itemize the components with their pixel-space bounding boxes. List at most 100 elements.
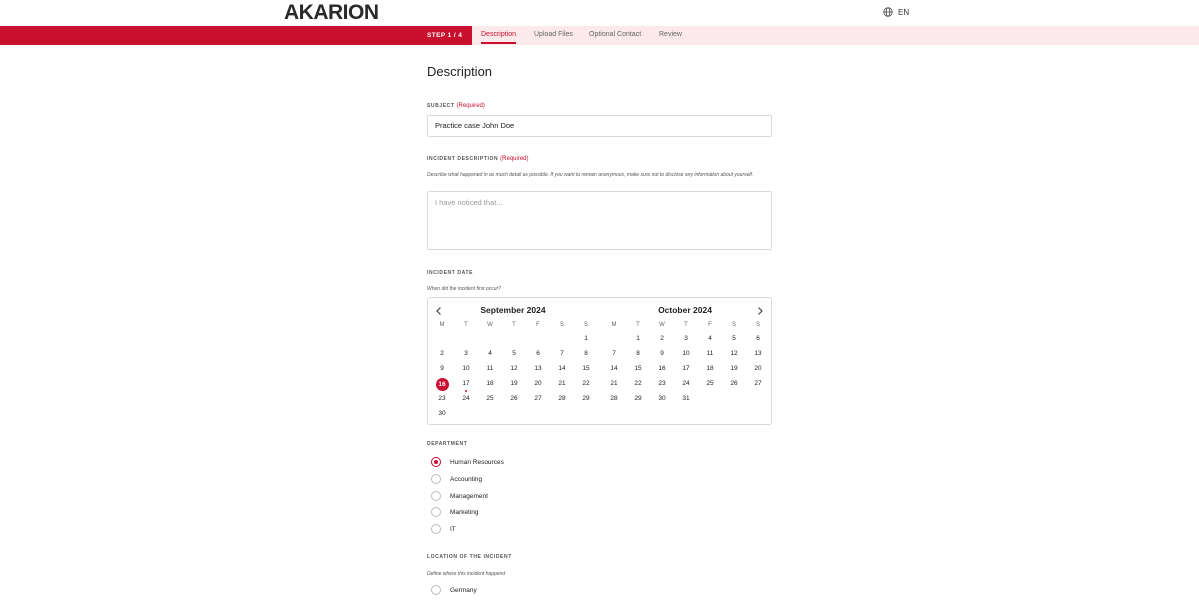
calendar-day[interactable]: 1 [630,333,646,345]
calendar-day[interactable]: 4 [702,333,718,345]
calendar-day[interactable]: 2 [434,348,450,360]
calendar-day[interactable]: 11 [702,348,718,360]
department-option[interactable]: Human Resources [431,457,504,467]
incident-date-hint: When did the incident first occur? [427,286,501,292]
calendar-day[interactable]: 27 [750,378,766,390]
calendar-day[interactable]: 12 [726,348,742,360]
calendar-day[interactable]: 28 [554,393,570,405]
weekday-header: T [636,322,640,328]
department-option-label: Management [450,492,488,500]
weekday-header: W [487,322,493,328]
calendar-day[interactable]: 8 [578,348,594,360]
calendar-day[interactable]: 7 [554,348,570,360]
weekday-header: M [611,322,617,328]
calendar-day[interactable]: 7 [606,348,622,360]
tab-review[interactable]: Review [659,31,682,38]
radio-button[interactable] [431,474,441,484]
calendar-day[interactable]: 9 [434,363,450,375]
calendar-day[interactable]: 4 [482,348,498,360]
top-header: AKARION EN [0,0,1199,26]
language-selector[interactable]: EN [883,7,909,17]
calendar-day[interactable]: 3 [458,348,474,360]
calendar-day[interactable]: 12 [506,363,522,375]
calendar-day[interactable]: 10 [678,348,694,360]
incident-description-textarea[interactable]: I have noticed that... [427,191,772,250]
department-option-label: IT [450,525,456,533]
akarion-logo[interactable]: AKARION [284,2,379,23]
radio-button[interactable] [431,585,441,595]
calendar-day[interactable]: 13 [530,363,546,375]
language-label: EN [898,7,910,17]
today-marker [465,390,467,392]
tab-optional-contact[interactable]: Optional Contact [589,31,641,38]
calendar-day[interactable]: 27 [530,393,546,405]
calendar-day[interactable]: 24 [458,393,474,405]
calendar-day-selected[interactable]: 16 [435,377,449,391]
calendar-day[interactable]: 18 [702,363,718,375]
calendar-day[interactable]: 16 [654,363,670,375]
calendar-day[interactable]: 20 [530,378,546,390]
calendar-day[interactable]: 21 [606,378,622,390]
calendar-day[interactable]: 18 [482,378,498,390]
calendar-day[interactable]: 26 [726,378,742,390]
calendar-day[interactable]: 21 [554,378,570,390]
subject-label: SUBJECT (Required) [427,103,485,109]
calendar-day[interactable]: 28 [606,393,622,405]
radio-button[interactable] [431,491,441,501]
month-title: October 2024 [658,305,712,315]
calendar-day[interactable]: 19 [506,378,522,390]
calendar-day[interactable]: 23 [654,378,670,390]
calendar-day[interactable]: 17 [678,363,694,375]
calendar-day[interactable]: 19 [726,363,742,375]
department-option-label: Human Resources [450,458,504,466]
calendar-day[interactable]: 24 [678,378,694,390]
subject-input[interactable]: Practice case John Doe [427,115,772,137]
calendar-day[interactable]: 14 [606,363,622,375]
calendar-day[interactable]: 25 [702,378,718,390]
calendar-day[interactable]: 8 [630,348,646,360]
location-option[interactable]: Germany [431,585,477,595]
department-option-label: Accounting [450,475,483,483]
calendar-day[interactable]: 29 [578,393,594,405]
tab-upload-files[interactable]: Upload Files [534,31,573,38]
calendar-day[interactable]: 10 [458,363,474,375]
calendar-day[interactable]: 14 [554,363,570,375]
calendar-day[interactable]: 2 [654,333,670,345]
calendar-day[interactable]: 6 [750,333,766,345]
department-option[interactable]: IT [431,524,456,534]
calendar-day[interactable]: 29 [630,393,646,405]
calendar-day[interactable]: 11 [482,363,498,375]
calendar-day[interactable]: 15 [578,363,594,375]
incident-description-label-text: INCIDENT DESCRIPTION [427,156,499,162]
calendar-day[interactable]: 20 [750,363,766,375]
calendar-day[interactable]: 31 [678,393,694,405]
calendar-day[interactable]: 5 [506,348,522,360]
department-option[interactable]: Marketing [431,507,479,517]
calendar-day[interactable]: 1 [578,333,594,345]
calendar-day[interactable]: 9 [654,348,670,360]
calendar-day[interactable]: 13 [750,348,766,360]
radio-button[interactable] [431,457,441,467]
weekday-header: T [512,322,516,328]
calendar-day[interactable]: 22 [630,378,646,390]
calendar-day[interactable]: 22 [578,378,594,390]
calendar-day[interactable]: 17 [458,378,474,390]
radio-button[interactable] [431,507,441,517]
calendar-day[interactable]: 25 [482,393,498,405]
weekday-header: S [559,322,564,328]
calendar-day[interactable]: 6 [530,348,546,360]
department-option[interactable]: Management [431,491,488,501]
location-label: LOCATION OF THE INCIDENT [427,554,512,560]
calendar-day[interactable]: 15 [630,363,646,375]
calendar-day[interactable]: 30 [434,408,450,420]
calendar-day[interactable]: 3 [678,333,694,345]
calendar-day[interactable]: 23 [434,393,450,405]
department-option[interactable]: Accounting [431,474,482,484]
calendar-day[interactable]: 26 [506,393,522,405]
department-label: DEPARTMENT [427,441,468,447]
calendar-day[interactable]: 30 [654,393,670,405]
tab-description[interactable]: Description [481,31,517,44]
weekday-header: M [439,322,445,328]
radio-button[interactable] [431,524,441,534]
calendar-day[interactable]: 5 [726,333,742,345]
